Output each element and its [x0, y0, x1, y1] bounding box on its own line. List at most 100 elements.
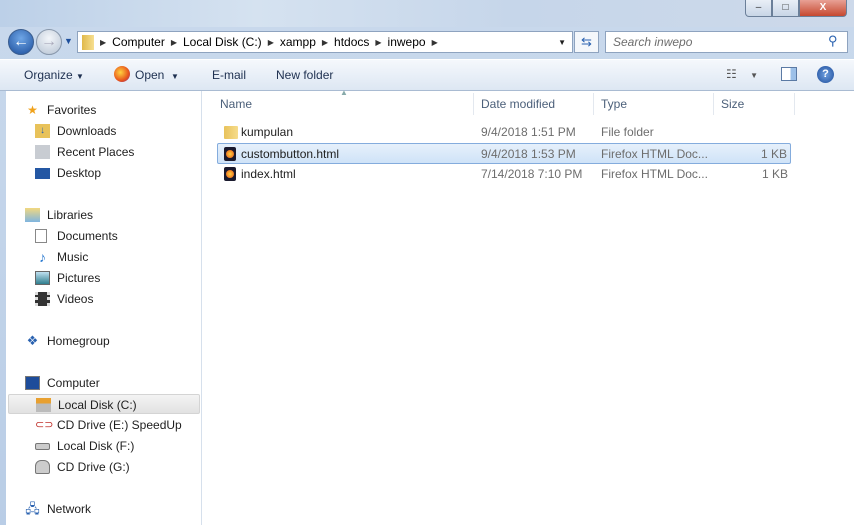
- chevron-right-icon[interactable]: ▶: [320, 38, 330, 47]
- change-view-button[interactable]: ☷ ▼: [726, 67, 758, 81]
- address-dropdown-icon[interactable]: ▼: [558, 38, 566, 47]
- nav-label: Pictures: [57, 271, 101, 285]
- email-button[interactable]: E-mail: [212, 68, 246, 82]
- preview-pane-button[interactable]: [781, 67, 797, 81]
- file-row[interactable]: kumpulan 9/4/2018 1:51 PM File folder: [217, 122, 791, 143]
- open-label: Open: [135, 68, 165, 82]
- nav-desktop[interactable]: Desktop: [35, 163, 102, 183]
- file-type: Firefox HTML Doc...: [601, 147, 708, 161]
- column-header-type[interactable]: Type: [594, 93, 714, 115]
- music-icon: ♪: [39, 249, 46, 265]
- file-date: 7/14/2018 7:10 PM: [481, 167, 583, 181]
- file-row-selected[interactable]: custombutton.html 9/4/2018 1:53 PM Firef…: [217, 143, 791, 164]
- search-icon[interactable]: ⚲: [828, 33, 838, 49]
- chevron-right-icon[interactable]: ▶: [169, 38, 179, 47]
- breadcrumb-inwepo[interactable]: inwepo: [384, 35, 430, 49]
- file-row[interactable]: index.html 7/14/2018 7:10 PM Firefox HTM…: [217, 164, 791, 185]
- desktop-icon: [35, 168, 50, 179]
- cd-drive-icon: ⊂⊃: [35, 419, 54, 431]
- file-list: ▲ Name Date modified Type Size kumpulan …: [202, 88, 854, 525]
- firefox-html-icon: [224, 147, 236, 161]
- libraries-icon: [25, 208, 40, 222]
- recent-places-icon: [35, 145, 50, 159]
- nav-label: Downloads: [57, 124, 117, 138]
- recent-pages-dropdown-icon[interactable]: ▼: [64, 36, 73, 46]
- nav-downloads[interactable]: ↓ Downloads: [35, 121, 117, 141]
- file-name: index.html: [241, 167, 296, 181]
- nav-computer[interactable]: Computer: [25, 373, 100, 393]
- nav-pictures[interactable]: Pictures: [35, 268, 101, 288]
- file-name: kumpulan: [241, 125, 294, 139]
- pictures-icon: [35, 271, 50, 285]
- star-icon: ★: [27, 103, 38, 117]
- nav-label: Network: [47, 502, 92, 516]
- nav-local-disk-f[interactable]: Local Disk (F:): [35, 436, 135, 456]
- file-name: custombutton.html: [241, 147, 340, 161]
- nav-label: CD Drive (G:): [57, 460, 130, 474]
- back-button[interactable]: ←: [8, 29, 34, 55]
- nav-music[interactable]: ♪ Music: [39, 247, 89, 267]
- breadcrumb-local-disk-c[interactable]: Local Disk (C:): [179, 35, 266, 49]
- open-button[interactable]: Open ▼: [135, 68, 179, 82]
- videos-icon: [35, 292, 50, 306]
- chevron-right-icon[interactable]: ▶: [266, 38, 276, 47]
- local-disk-icon: [35, 443, 50, 450]
- cd-drive-icon: [35, 460, 50, 474]
- nav-cd-drive-g[interactable]: CD Drive (G:): [35, 457, 130, 477]
- column-header-name[interactable]: Name: [202, 93, 474, 115]
- title-bar: [0, 0, 854, 27]
- homegroup-icon: ❖: [26, 333, 39, 348]
- documents-icon: [35, 229, 47, 243]
- dropdown-icon: ▼: [171, 72, 179, 81]
- firefox-icon: [114, 66, 130, 82]
- nav-label: Desktop: [57, 166, 102, 180]
- nav-local-disk-c[interactable]: Local Disk (C:): [8, 394, 200, 414]
- organize-label: Organize: [24, 68, 73, 82]
- nav-label: Local Disk (F:): [57, 439, 135, 453]
- column-header-size[interactable]: Size: [714, 93, 795, 115]
- file-type: File folder: [601, 125, 654, 139]
- close-button[interactable]: X: [799, 0, 847, 17]
- file-date: 9/4/2018 1:53 PM: [481, 147, 576, 161]
- dropdown-icon: ▼: [76, 72, 84, 81]
- breadcrumb-computer[interactable]: Computer: [108, 35, 169, 49]
- nav-label: Computer: [47, 376, 100, 390]
- nav-label: Recent Places: [57, 145, 135, 159]
- file-date: 9/4/2018 1:51 PM: [481, 125, 576, 139]
- nav-label: Favorites: [47, 103, 97, 117]
- nav-label: Documents: [57, 229, 118, 243]
- nav-recent-places[interactable]: Recent Places: [35, 142, 135, 162]
- organize-button[interactable]: Organize ▼: [24, 68, 84, 82]
- breadcrumb-xampp[interactable]: xampp: [276, 35, 320, 49]
- firefox-html-icon: [224, 167, 236, 181]
- downloads-icon: ↓: [35, 124, 50, 138]
- help-button[interactable]: ?: [817, 66, 834, 83]
- nav-libraries[interactable]: Libraries: [25, 205, 94, 225]
- nav-favorites[interactable]: ★ Favorites: [27, 100, 97, 120]
- file-size: 1 KB: [760, 147, 787, 161]
- file-type: Firefox HTML Doc...: [601, 167, 708, 181]
- refresh-button[interactable]: ⇆: [574, 31, 599, 53]
- forward-button[interactable]: →: [36, 29, 62, 55]
- nav-homegroup[interactable]: ❖ Homegroup: [27, 331, 110, 351]
- computer-icon: [25, 376, 40, 390]
- nav-label: Homegroup: [47, 334, 110, 348]
- nav-label: Local Disk (C:): [58, 398, 137, 412]
- network-icon: 🖧: [25, 501, 40, 516]
- minimize-button[interactable]: –: [745, 0, 772, 17]
- nav-documents[interactable]: Documents: [35, 226, 118, 246]
- new-folder-button[interactable]: New folder: [276, 68, 333, 82]
- column-header-date[interactable]: Date modified: [474, 93, 594, 115]
- nav-label: Music: [57, 250, 89, 264]
- chevron-right-icon[interactable]: ▶: [373, 38, 383, 47]
- nav-videos[interactable]: Videos: [35, 289, 93, 309]
- chevron-right-icon[interactable]: ▶: [430, 38, 440, 47]
- nav-network[interactable]: 🖧 Network: [25, 499, 92, 519]
- nav-label: Libraries: [47, 208, 94, 222]
- maximize-button[interactable]: □: [772, 0, 799, 17]
- file-size: 1 KB: [761, 167, 788, 181]
- breadcrumb-htdocs[interactable]: htdocs: [330, 35, 373, 49]
- address-bar[interactable]: ▶ Computer ▶ Local Disk (C:) ▶ xampp ▶ h…: [77, 31, 573, 53]
- search-input[interactable]: Search inwepo: [605, 31, 848, 53]
- nav-cd-drive-e[interactable]: ⊂⊃ CD Drive (E:) SpeedUp: [35, 415, 182, 435]
